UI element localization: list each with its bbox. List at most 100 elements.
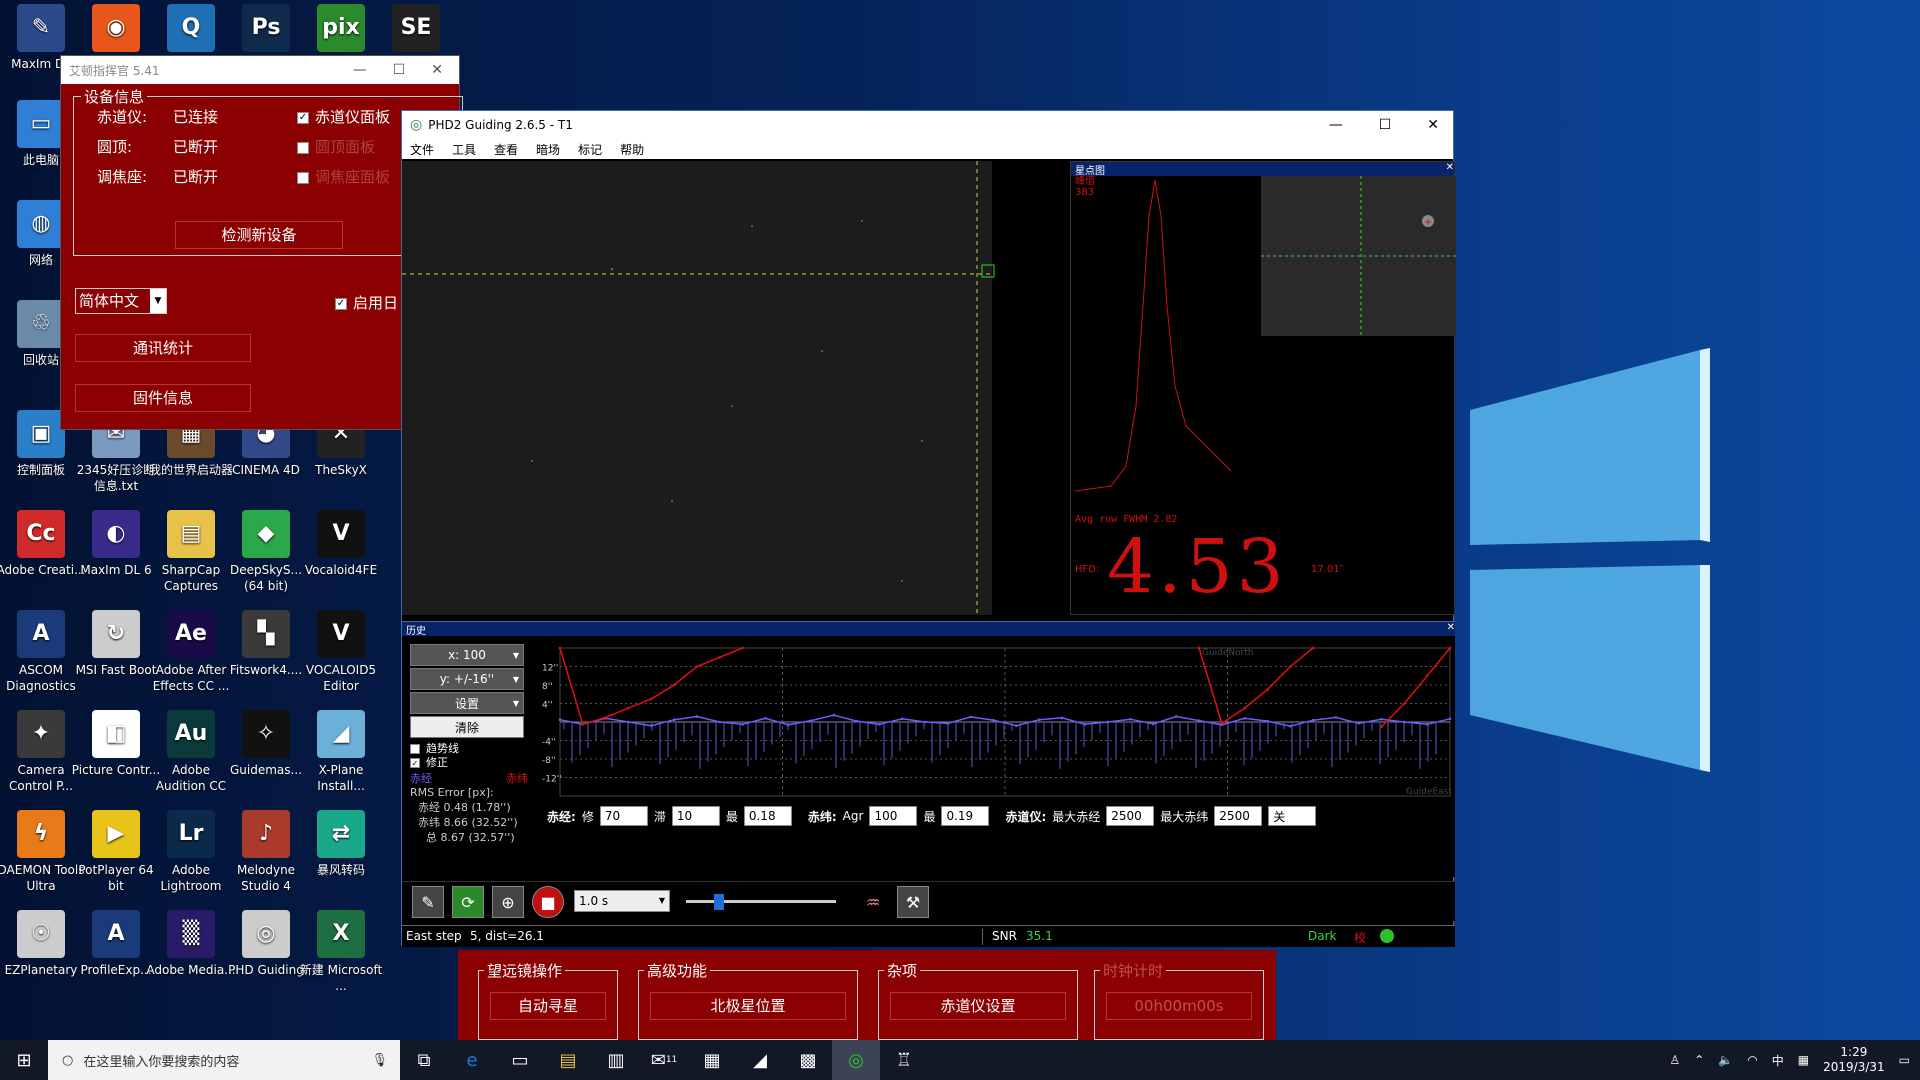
dec-aggression-input[interactable]: 100 — [869, 806, 918, 826]
device-status: 已连接 — [173, 108, 219, 126]
app-icon: ◉ — [92, 4, 140, 52]
people-icon[interactable]: ♙ — [1670, 1053, 1681, 1067]
language-select[interactable]: 简体中文 ▼ — [75, 288, 167, 314]
camera-connect-icon[interactable]: ✎ — [412, 886, 444, 918]
settings-dropdown[interactable]: 设置 ▼ — [410, 692, 524, 714]
app-icon-3[interactable]: ▩ — [784, 1040, 832, 1080]
close-icon[interactable]: ✕ — [431, 62, 443, 78]
ime-indicator[interactable]: 中 — [1772, 1052, 1784, 1069]
close-icon[interactable]: ✕ — [1427, 117, 1439, 133]
exposure-select[interactable]: 1.0 s ▼ — [574, 890, 670, 912]
minimize-icon[interactable]: — — [1329, 117, 1343, 133]
desktop-icon[interactable]: V Vocaloid4FE — [296, 510, 386, 578]
app-icon: Ps — [242, 4, 290, 52]
maximize-icon[interactable]: ☐ — [393, 62, 406, 78]
app-icon: Cc — [17, 510, 65, 558]
star-profile-panel: 星点图 ✕ + 峰值 383 Avg row FWHM 2.82 HFD: 4.53… — [1070, 161, 1456, 615]
panel-checkbox[interactable]: ✓ 赤道仪面板 — [297, 106, 390, 127]
clock[interactable]: 1:29 2019/3/31 — [1823, 1045, 1885, 1075]
ascom-commander-window: 艾顿指挥官 5.41 — ☐ ✕ 设备信息 检测新设备 简体中文 ▼ ✓ 启用日 通讯… — [60, 55, 463, 430]
bottom-group-title: 杂项 — [884, 960, 921, 981]
notification-icon[interactable]: ▭ — [1899, 1053, 1910, 1067]
app-icon: ▚ — [242, 610, 290, 658]
guide-target-icon[interactable]: ⊕ — [492, 886, 524, 918]
cal-indicator: 校 — [1354, 931, 1367, 945]
max-dec-input[interactable]: 2500 — [1214, 806, 1263, 826]
desktop-icon[interactable]: ⇄ 暴风转码 — [296, 810, 386, 878]
menu-item[interactable]: 文件 — [410, 141, 434, 158]
panel-checkbox[interactable]: 调焦座面板 — [297, 166, 390, 187]
camera-view[interactable] — [402, 161, 1068, 615]
connection-status-icon — [1380, 929, 1394, 943]
ra-hysteresis-input[interactable]: 10 — [671, 806, 720, 826]
clear-button[interactable]: 清除 — [410, 716, 524, 738]
tools-icon[interactable]: ⚒ — [897, 886, 929, 918]
minimize-icon[interactable]: — — [353, 62, 367, 78]
device-status: 已断开 — [173, 168, 219, 186]
detect-device-button[interactable]: 检测新设备 — [175, 221, 343, 249]
stop-icon[interactable]: ■ — [532, 886, 564, 918]
max-ra-input[interactable]: 2500 — [1106, 806, 1155, 826]
brain-icon[interactable]: ♒ — [857, 886, 889, 918]
edge-icon[interactable]: e — [448, 1040, 496, 1080]
task-view-icon[interactable]: ⧉ — [400, 1040, 448, 1080]
dec-min-move-input[interactable]: 0.19 — [941, 806, 990, 826]
checkbox-icon[interactable]: ✓ — [335, 297, 347, 310]
desktop-icon[interactable]: V VOCALOID5 Editor — [296, 610, 386, 694]
desktop-icon[interactable]: SE — [371, 4, 461, 56]
bottom-action-button[interactable]: 北极星位置 — [650, 992, 846, 1020]
ra-aggression-input[interactable]: 70 — [599, 806, 648, 826]
desktop-icon-label: VOCALOID5 Editor — [305, 663, 377, 693]
chevron-up-icon[interactable]: ⌃ — [1694, 1053, 1704, 1067]
device-status: 已断开 — [173, 138, 219, 156]
dec-legend: 赤纬 — [506, 772, 528, 785]
menu-item[interactable]: 查看 — [494, 141, 518, 158]
y-scale-dropdown[interactable]: y: +/-16'' ▼ — [410, 668, 524, 690]
desktop-icon-label: 暴风转码 — [316, 863, 365, 877]
ascom-title: 艾顿指挥官 5.41 — [69, 63, 160, 78]
menu-item[interactable]: 暗场 — [536, 141, 560, 158]
snr-label: SNR — [992, 929, 1017, 943]
file-explorer-icon[interactable]: ▤ — [544, 1040, 592, 1080]
panel-checkbox[interactable]: 圆顶面板 — [297, 136, 375, 157]
keyboard-icon[interactable]: ▦ — [1798, 1053, 1809, 1067]
phd2-taskbar-icon[interactable]: ◎ — [832, 1040, 880, 1080]
gamma-slider-handle[interactable] — [714, 894, 724, 910]
maximize-icon[interactable]: ☐ — [1379, 117, 1392, 133]
desktop-icon[interactable]: X 新建 Microsoft ... — [296, 910, 386, 994]
camera-image — [402, 161, 1068, 615]
menu-item[interactable]: 工具 — [452, 141, 476, 158]
network-icon[interactable]: ◠ — [1747, 1053, 1757, 1067]
firmware-info-button[interactable]: 固件信息 — [75, 384, 251, 412]
app-icon-2[interactable]: ◢ — [736, 1040, 784, 1080]
bottom-action-button[interactable]: 自动寻星 — [490, 992, 606, 1020]
loop-icon[interactable]: ⟳ — [452, 886, 484, 918]
timer-display: 00h00m00s — [1106, 992, 1252, 1020]
search-box[interactable]: ○ 在这里输入你要搜索的内容 🎙 — [48, 1040, 400, 1080]
desktop-icon-label: 新建 Microsoft ... — [299, 963, 383, 993]
x-scale-dropdown[interactable]: x: 100 ▼ — [410, 644, 524, 666]
chevron-down-icon[interactable]: ▼ — [150, 289, 166, 313]
volume-icon[interactable]: 🔈 — [1718, 1053, 1733, 1067]
close-icon[interactable]: ✕ — [1446, 162, 1454, 176]
bottom-action-button[interactable]: 赤道仪设置 — [890, 992, 1066, 1020]
desktop-icon[interactable]: ◢ X-Plane Install... — [296, 710, 386, 794]
comm-stats-button[interactable]: 通讯统计 — [75, 334, 251, 362]
menu-item[interactable]: 帮助 — [620, 141, 644, 158]
store-icon[interactable]: ▥ — [592, 1040, 640, 1080]
menu-item[interactable]: 标记 — [578, 141, 602, 158]
ascom-taskbar-icon[interactable]: ♖ — [880, 1040, 928, 1080]
app-icon[interactable]: ▦ — [688, 1040, 736, 1080]
chevron-down-icon: ▼ — [658, 896, 665, 905]
app-icon: SE — [392, 4, 440, 52]
mail-icon[interactable]: ✉ 11 — [640, 1040, 688, 1080]
close-icon[interactable]: ✕ — [1447, 622, 1455, 636]
ra-min-move-input[interactable]: 0.18 — [743, 806, 792, 826]
enable-checkbox[interactable]: ✓ 启用日 — [335, 292, 398, 313]
gamma-slider[interactable] — [686, 900, 836, 903]
computer-icon[interactable]: ▭ — [496, 1040, 544, 1080]
start-icon[interactable]: ⊞ — [0, 1040, 48, 1080]
dec-mode-select[interactable]: 关 — [1268, 806, 1317, 826]
correction-checkbox[interactable]: ✓ 修正 — [410, 754, 448, 770]
hfd-label: HFD: — [1075, 564, 1100, 575]
